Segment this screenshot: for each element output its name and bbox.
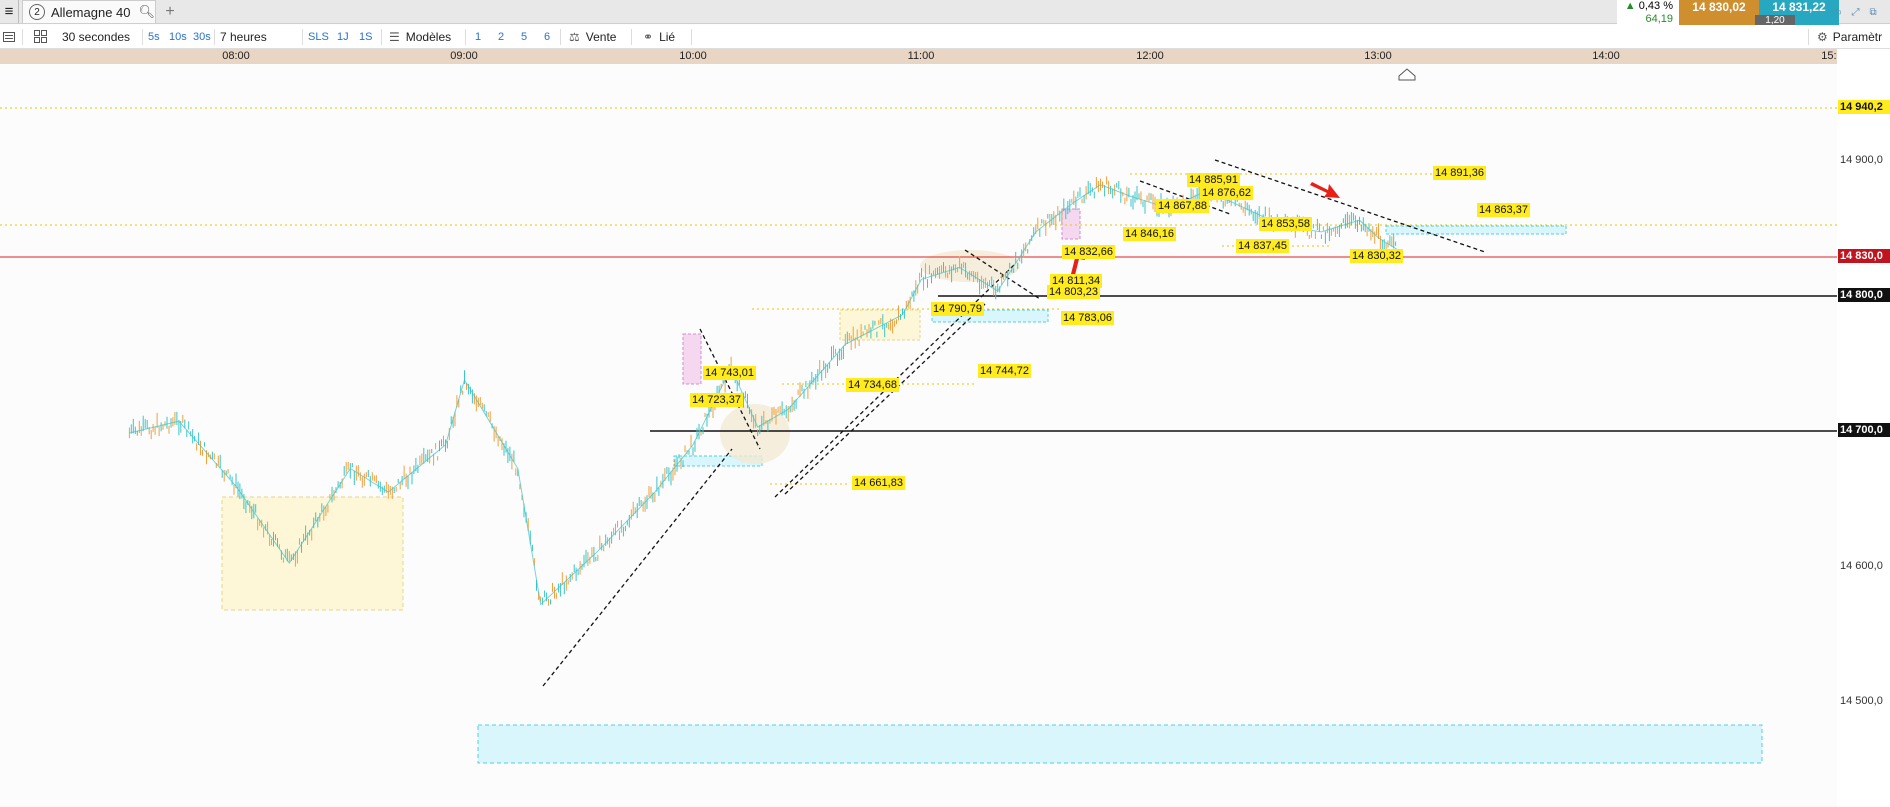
price-chart[interactable]	[0, 64, 1837, 807]
layout-1-button[interactable]: 1	[475, 25, 481, 48]
time-label: 08:00	[222, 50, 250, 62]
up-arrow-icon: ▲	[1624, 0, 1636, 12]
add-tab-button[interactable]: +	[162, 0, 178, 23]
price-annotation[interactable]: 14 830,32	[1350, 249, 1403, 263]
price-tick: 14 500,0	[1840, 695, 1883, 707]
price-annotation[interactable]: 14 837,45	[1236, 239, 1289, 253]
price-level-text: 14 940,2	[1840, 101, 1883, 113]
period-1s-button[interactable]: 1S	[359, 25, 372, 48]
bid-price: 14 830,02	[1692, 0, 1746, 14]
axis-corner	[1837, 49, 1890, 64]
time-label: 13:00	[1364, 50, 1392, 62]
price-annotation[interactable]: 14 832,66	[1062, 245, 1115, 259]
price-annotation[interactable]: 14 723,37	[690, 393, 743, 407]
zone-box[interactable]	[839, 309, 921, 341]
highlight-box[interactable]	[682, 333, 702, 385]
window-controls: ▭ ⤢ ⧉	[1828, 0, 1890, 24]
link-icon: ⚭	[643, 29, 654, 44]
search-icon[interactable]: 🔍︎	[138, 4, 155, 20]
price-annotation[interactable]: 14 863,37	[1477, 203, 1530, 217]
settings-label: Paramètr	[1832, 29, 1883, 44]
sell-label: Vente	[585, 29, 617, 44]
price-level-badge: 14 800,0	[1838, 288, 1890, 302]
period-sls-button[interactable]: SLS	[308, 25, 329, 48]
chart-toolbar: 30 secondes 5s 10s 30s 7 heures SLS 1J 1…	[0, 25, 1890, 49]
linked-label: Lié	[659, 29, 676, 44]
price-annotation[interactable]: 14 867,88	[1156, 199, 1209, 213]
sliders-icon: ☰	[389, 29, 400, 44]
price-level-badge: 14 700,0	[1838, 423, 1890, 437]
linked-button[interactable]: ⚭ Lié	[643, 25, 675, 48]
top-bar: ≡ 2 Allemagne 40 🔍︎ +	[0, 0, 1890, 24]
zone-box[interactable]	[1385, 225, 1567, 235]
price-annotation[interactable]: 14 885,91	[1187, 173, 1240, 187]
interval-select[interactable]: 30 secondes	[62, 25, 130, 48]
price-annotation[interactable]: 14 734,68	[846, 378, 899, 392]
ask-price: 14 831,22	[1772, 0, 1826, 14]
price-axis[interactable]: 14 940,2 14 900,0 14 830,0 14 800,0 14 7…	[1837, 64, 1890, 807]
price-annotation[interactable]: 14 790,79	[931, 302, 984, 316]
layout-5-button[interactable]: 5	[521, 25, 527, 48]
price-annotation[interactable]: 14 891,36	[1433, 166, 1486, 180]
interval-30s-button[interactable]: 30s	[193, 25, 211, 48]
tab-label: Allemagne 40	[51, 4, 131, 20]
hamburger-icon[interactable]: ≡	[0, 0, 19, 23]
sell-price-button[interactable]: 14 830,02	[1679, 0, 1759, 27]
layout-2-button[interactable]: 2	[498, 25, 504, 48]
layout-icon[interactable]	[33, 25, 47, 48]
minimize-icon[interactable]: ▭	[1832, 7, 1841, 18]
quote-panel: ▲ 0,43 % 64,19 14 830,02 14 831,22 1,20	[1617, 0, 1839, 27]
consolidation-zone[interactable]	[221, 496, 404, 611]
change-box: ▲ 0,43 % 64,19	[1617, 0, 1679, 27]
price-annotation[interactable]: 14 846,16	[1123, 227, 1176, 241]
time-label: 11:00	[907, 50, 935, 62]
time-label: 10:00	[679, 50, 707, 62]
models-button[interactable]: ☰ Modèles	[389, 25, 451, 48]
highlight-ellipse[interactable]	[720, 404, 790, 464]
current-price-badge: 14 830,0	[1838, 249, 1890, 263]
scale-icon: ⚖	[569, 29, 580, 44]
tab-number: 2	[29, 4, 45, 20]
layout-6-button[interactable]: 6	[544, 25, 550, 48]
range-select[interactable]: 7 heures	[220, 25, 267, 48]
support-zone[interactable]	[477, 724, 1763, 764]
price-tick: 14 600,0	[1840, 560, 1883, 572]
price-annotation[interactable]: 14 661,83	[852, 476, 905, 490]
highlight-box[interactable]	[1061, 208, 1081, 240]
home-icon[interactable]	[1398, 68, 1416, 81]
price-level-text: 14 700,0	[1840, 424, 1883, 436]
detach-icon[interactable]: ⧉	[1869, 7, 1876, 18]
period-1j-button[interactable]: 1J	[337, 25, 349, 48]
interval-10s-button[interactable]: 10s	[169, 25, 187, 48]
price-level-text: 14 830,0	[1840, 250, 1883, 262]
change-percent: 0,43 %	[1638, 0, 1673, 12]
expand-icon[interactable]: ⤢	[1851, 7, 1859, 18]
price-annotation[interactable]: 14 783,06	[1061, 311, 1114, 325]
gear-icon: ⚙	[1817, 29, 1828, 44]
price-tick: 14 900,0	[1840, 154, 1883, 166]
models-label: Modèles	[405, 29, 452, 44]
time-label: 12:00	[1136, 50, 1164, 62]
list-icon[interactable]	[2, 25, 16, 48]
price-annotation[interactable]: 14 876,62	[1200, 186, 1253, 200]
time-axis[interactable]: 08:00 09:00 10:00 11:00 12:00 13:00 14:0…	[0, 49, 1849, 64]
settings-button[interactable]: ⚙ Paramètr	[1817, 25, 1882, 48]
price-annotation[interactable]: 14 803,23	[1047, 285, 1100, 299]
sell-mode-button[interactable]: ⚖ Vente	[569, 25, 616, 48]
interval-5s-button[interactable]: 5s	[148, 25, 160, 48]
time-label: 14:00	[1592, 50, 1620, 62]
price-level-badge: 14 940,2	[1838, 100, 1890, 114]
price-level-text: 14 800,0	[1840, 289, 1883, 301]
trend-line[interactable]	[542, 448, 733, 687]
tab-allemagne-40[interactable]: 2 Allemagne 40 🔍︎	[22, 0, 156, 23]
price-annotation[interactable]: 14 743,01	[703, 366, 756, 380]
time-label: 09:00	[450, 50, 478, 62]
price-annotation[interactable]: 14 853,58	[1259, 217, 1312, 231]
down-arrow-icon	[1310, 182, 1340, 198]
price-annotation[interactable]: 14 744,72	[978, 364, 1031, 378]
